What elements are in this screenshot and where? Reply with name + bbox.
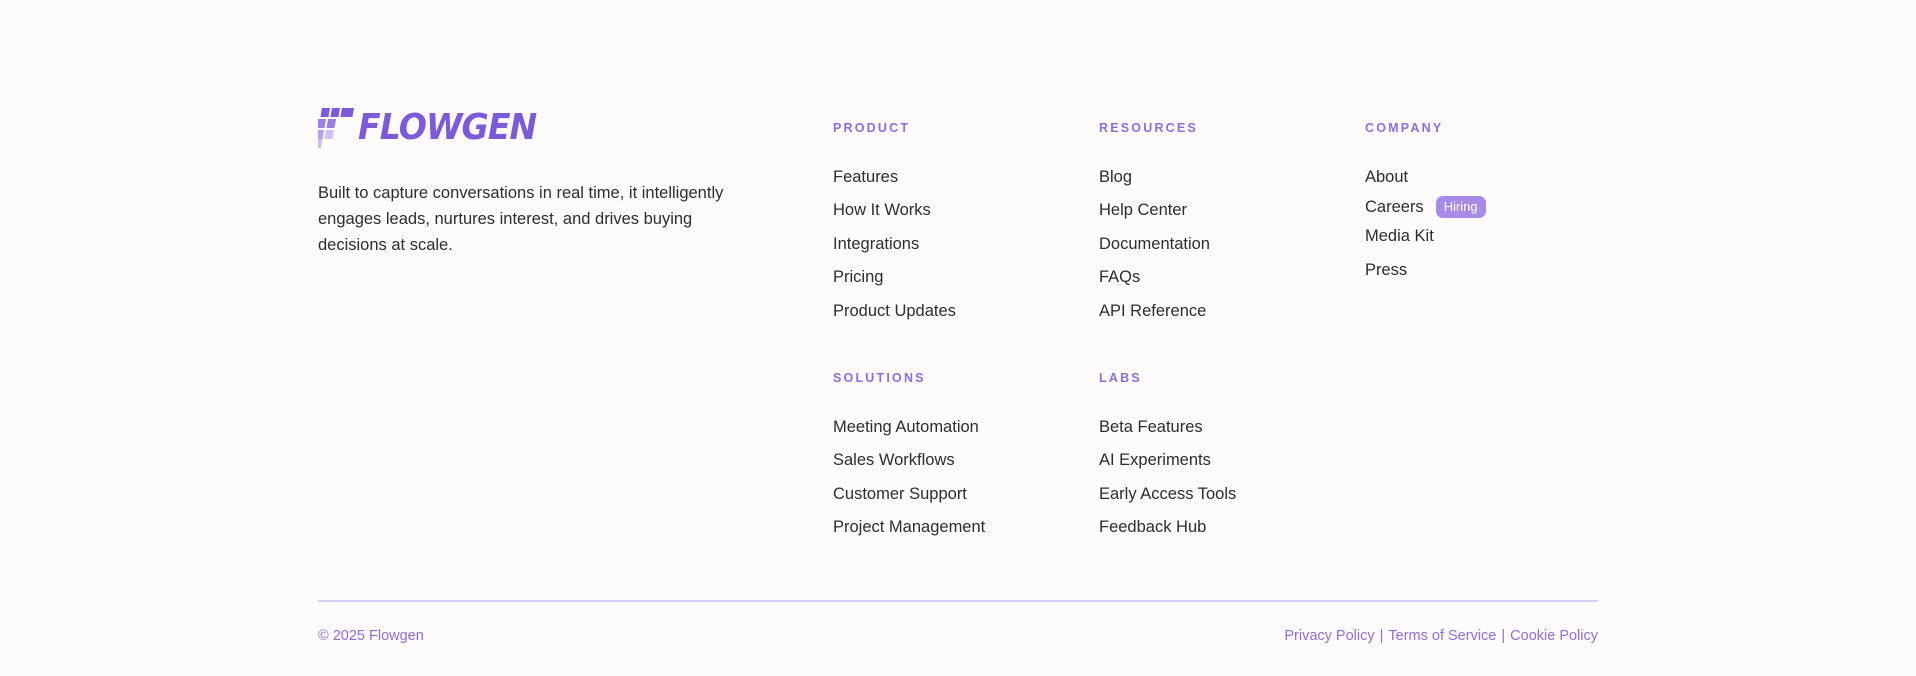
legal-separator: | — [1501, 628, 1506, 644]
footer-link-faqs[interactable]: FAQs — [1099, 266, 1140, 288]
footer-column-product: PRODUCT Features How It Works Integratio… — [833, 120, 956, 328]
brand-tagline: Built to capture conversations in real t… — [318, 184, 724, 254]
footer-link-product-updates[interactable]: Product Updates — [833, 300, 956, 322]
footer-link-integrations[interactable]: Integrations — [833, 233, 919, 255]
footer-link-customer-support[interactable]: Customer Support — [833, 483, 967, 505]
footer-divider — [318, 600, 1598, 602]
footer-logo-link[interactable]: FLOWGEN — [318, 108, 738, 148]
terms-of-service-link[interactable]: Terms of Service — [1388, 627, 1496, 645]
column-heading-solutions: SOLUTIONS — [833, 371, 926, 385]
column-heading-company: COMPANY — [1365, 121, 1444, 135]
cookie-policy-link[interactable]: Cookie Policy — [1510, 627, 1598, 645]
footer-link-help-center[interactable]: Help Center — [1099, 199, 1187, 221]
column-heading-labs: LABS — [1099, 371, 1142, 385]
footer-link-early-access-tools[interactable]: Early Access Tools — [1099, 483, 1236, 505]
legal-separator: | — [1379, 628, 1384, 644]
footer-link-documentation[interactable]: Documentation — [1099, 233, 1210, 255]
footer-column-resources: RESOURCES Blog Help Center Documentation… — [1099, 120, 1210, 328]
footer-link-blog[interactable]: Blog — [1099, 166, 1132, 188]
footer-link-api-reference[interactable]: API Reference — [1099, 300, 1206, 322]
footer-link-features[interactable]: Features — [833, 166, 898, 188]
footer-link-pricing[interactable]: Pricing — [833, 266, 883, 288]
hiring-badge: Hiring — [1435, 195, 1486, 218]
site-footer: FLOWGEN Built to capture conversations i… — [0, 0, 1916, 676]
footer-brand: FLOWGEN Built to capture conversations i… — [318, 108, 738, 258]
column-heading-resources: RESOURCES — [1099, 121, 1198, 135]
footer-link-beta-features[interactable]: Beta Features — [1099, 416, 1203, 438]
footer-link-media-kit[interactable]: Media Kit — [1365, 225, 1434, 247]
copyright-text: © 2025 Flowgen — [318, 628, 424, 644]
footer-column-company: COMPANY About Careers Hiring Media Kit P… — [1365, 120, 1486, 287]
footer-link-how-it-works[interactable]: How It Works — [833, 199, 931, 221]
footer-link-feedback-hub[interactable]: Feedback Hub — [1099, 516, 1206, 538]
privacy-policy-link[interactable]: Privacy Policy — [1284, 627, 1374, 645]
footer-link-ai-experiments[interactable]: AI Experiments — [1099, 449, 1211, 471]
footer-link-about[interactable]: About — [1365, 166, 1408, 188]
logo-wordmark: FLOWGEN — [358, 107, 537, 148]
footer-link-press[interactable]: Press — [1365, 259, 1407, 281]
footer-column-solutions: SOLUTIONS Meeting Automation Sales Workf… — [833, 370, 985, 544]
column-heading-product: PRODUCT — [833, 121, 911, 135]
footer-link-meeting-automation[interactable]: Meeting Automation — [833, 416, 979, 438]
footer-link-careers[interactable]: Careers — [1365, 196, 1424, 218]
flowgen-logo-icon — [318, 108, 354, 148]
footer-column-labs: LABS Beta Features AI Experiments Early … — [1099, 370, 1236, 544]
footer-link-project-management[interactable]: Project Management — [833, 516, 985, 538]
legal-links: Privacy Policy | Terms of Service | Cook… — [1284, 627, 1598, 645]
footer-link-sales-workflows[interactable]: Sales Workflows — [833, 449, 955, 471]
